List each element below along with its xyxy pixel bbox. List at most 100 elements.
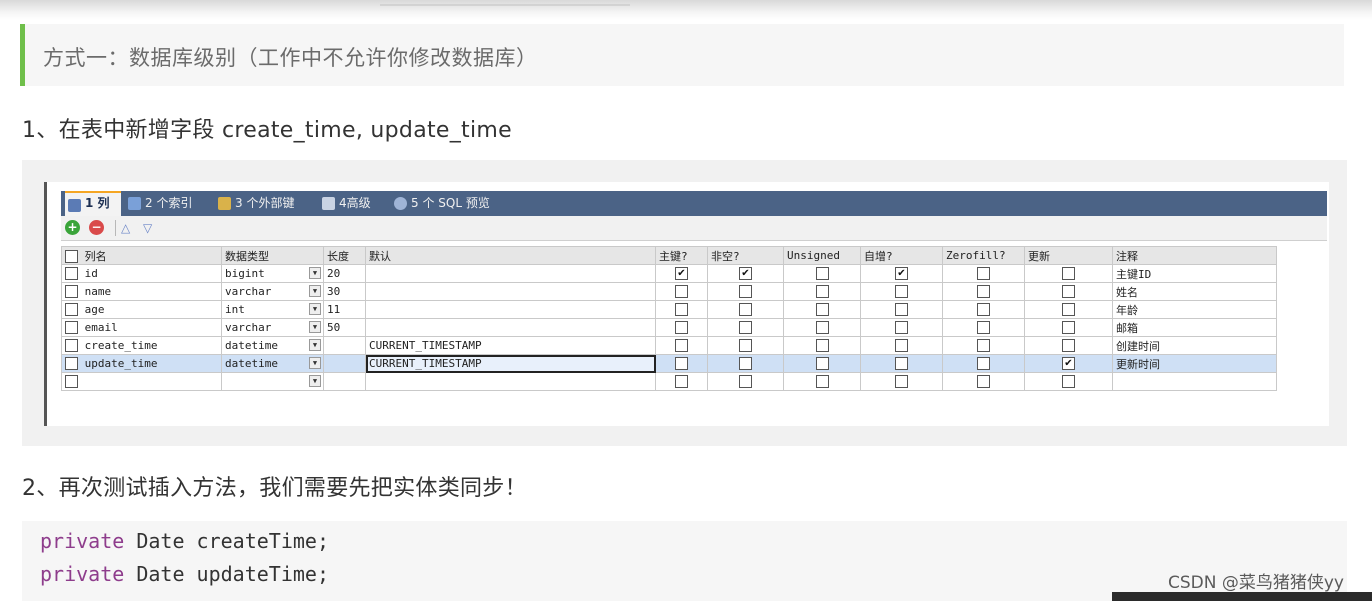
row-select-checkbox[interactable]: [65, 339, 78, 353]
primary-key-checkbox[interactable]: [675, 321, 688, 335]
auto-increment-checkbox[interactable]: ✔: [895, 267, 908, 281]
tab-sql-preview[interactable]: 5 个 SQL 预览: [391, 191, 511, 216]
default-cell[interactable]: [365, 372, 656, 391]
tab-advanced[interactable]: 4高级: [319, 191, 385, 216]
update-checkbox[interactable]: ✔: [1062, 357, 1075, 371]
unsigned-checkbox[interactable]: [815, 375, 829, 389]
length-cell[interactable]: [323, 354, 366, 373]
zerofill-checkbox[interactable]: [977, 339, 990, 353]
select-all-checkbox[interactable]: [65, 250, 78, 263]
length-cell[interactable]: 50: [323, 318, 366, 337]
length-cell[interactable]: 11: [323, 300, 366, 319]
data-type-select[interactable]: varchar ▼: [221, 318, 324, 337]
data-type-select[interactable]: datetime ▼: [221, 336, 324, 355]
column-name-cell[interactable]: id: [61, 264, 222, 283]
comment-cell[interactable]: 邮箱: [1112, 318, 1277, 337]
update-checkbox[interactable]: [1062, 339, 1075, 353]
zerofill-checkbox[interactable]: [977, 285, 990, 299]
auto-increment-checkbox[interactable]: [895, 375, 908, 389]
unsigned-checkbox[interactable]: [815, 321, 829, 335]
primary-key-checkbox[interactable]: [675, 285, 688, 299]
unsigned-checkbox[interactable]: [815, 285, 829, 299]
header-not-null[interactable]: 非空?: [707, 246, 784, 265]
not-null-checkbox[interactable]: [739, 375, 752, 389]
row-select-checkbox[interactable]: [65, 267, 78, 281]
unsigned-checkbox[interactable]: [815, 339, 829, 353]
tab-foreign-keys[interactable]: 3 个外部键: [215, 191, 315, 216]
length-cell[interactable]: [323, 336, 366, 355]
dropdown-arrow-icon[interactable]: ▼: [309, 303, 321, 315]
update-checkbox[interactable]: [1062, 267, 1075, 281]
primary-key-checkbox[interactable]: [675, 339, 688, 353]
move-down-icon[interactable]: ▽: [143, 222, 152, 234]
zerofill-checkbox[interactable]: [977, 321, 990, 335]
update-checkbox[interactable]: [1062, 303, 1075, 317]
header-default[interactable]: 默认: [365, 246, 656, 265]
comment-cell[interactable]: 更新时间: [1112, 354, 1277, 373]
header-auto-increment[interactable]: 自增?: [860, 246, 943, 265]
primary-key-checkbox[interactable]: [675, 375, 688, 389]
auto-increment-checkbox[interactable]: [895, 285, 908, 299]
zerofill-checkbox[interactable]: [977, 375, 990, 389]
length-cell[interactable]: 20: [323, 264, 366, 283]
table-row[interactable]: age int ▼ 11 年龄: [61, 300, 1277, 319]
update-checkbox[interactable]: [1062, 321, 1075, 335]
column-name-cell[interactable]: age: [61, 300, 222, 319]
default-cell[interactable]: [365, 300, 656, 319]
data-type-select[interactable]: ▼: [221, 372, 324, 391]
unsigned-checkbox[interactable]: [815, 267, 829, 281]
header-update[interactable]: 更新: [1024, 246, 1113, 265]
data-type-select[interactable]: datetime ▼: [221, 354, 324, 373]
zerofill-checkbox[interactable]: [977, 267, 990, 281]
column-name-cell[interactable]: email: [61, 318, 222, 337]
not-null-checkbox[interactable]: ✔: [739, 267, 752, 281]
comment-cell[interactable]: 创建时间: [1112, 336, 1277, 355]
dropdown-arrow-icon[interactable]: ▼: [309, 285, 321, 297]
data-type-select[interactable]: varchar ▼: [221, 282, 324, 301]
default-cell[interactable]: [365, 282, 656, 301]
not-null-checkbox[interactable]: [739, 303, 752, 317]
not-null-checkbox[interactable]: [739, 339, 752, 353]
add-row-icon[interactable]: +: [65, 220, 80, 235]
column-name-cell[interactable]: [61, 372, 222, 391]
tab-indexes[interactable]: 2 个索引: [125, 191, 211, 216]
header-column-name[interactable]: 列名: [61, 246, 222, 265]
table-row[interactable]: create_time datetime ▼ CURRENT_TIMESTAMP 创建时…: [61, 336, 1277, 355]
auto-increment-checkbox[interactable]: [895, 339, 908, 353]
row-select-checkbox[interactable]: [65, 375, 78, 389]
dropdown-arrow-icon[interactable]: ▼: [309, 339, 321, 351]
auto-increment-checkbox[interactable]: [895, 357, 908, 371]
comment-cell[interactable]: [1112, 372, 1277, 391]
dropdown-arrow-icon[interactable]: ▼: [309, 375, 321, 387]
primary-key-checkbox[interactable]: ✔: [675, 267, 688, 281]
unsigned-checkbox[interactable]: [815, 303, 829, 317]
header-unsigned[interactable]: Unsigned: [783, 246, 861, 265]
row-select-checkbox[interactable]: [65, 303, 78, 317]
primary-key-checkbox[interactable]: [675, 357, 688, 371]
header-comment[interactable]: 注释: [1112, 246, 1277, 265]
row-select-checkbox[interactable]: [65, 285, 78, 299]
data-type-select[interactable]: bigint ▼: [221, 264, 324, 283]
table-row[interactable]: name varchar ▼ 30 姓名: [61, 282, 1277, 301]
tab-columns[interactable]: 1 列: [65, 191, 121, 216]
row-select-checkbox[interactable]: [65, 321, 78, 335]
primary-key-checkbox[interactable]: [675, 303, 688, 317]
default-cell[interactable]: CURRENT_TIMESTAMP: [365, 354, 656, 373]
table-row[interactable]: email varchar ▼ 50 邮箱: [61, 318, 1277, 337]
not-null-checkbox[interactable]: [739, 357, 752, 371]
length-cell[interactable]: [323, 372, 366, 391]
header-primary-key[interactable]: 主键?: [655, 246, 708, 265]
header-length[interactable]: 长度: [323, 246, 366, 265]
default-cell[interactable]: [365, 318, 656, 337]
remove-row-icon[interactable]: −: [89, 220, 104, 235]
default-cell[interactable]: [365, 264, 656, 283]
update-checkbox[interactable]: [1062, 285, 1075, 299]
default-cell[interactable]: CURRENT_TIMESTAMP: [365, 336, 656, 355]
comment-cell[interactable]: 主键ID: [1112, 264, 1277, 283]
comment-cell[interactable]: 年龄: [1112, 300, 1277, 319]
dropdown-arrow-icon[interactable]: ▼: [309, 267, 321, 279]
dropdown-arrow-icon[interactable]: ▼: [309, 321, 321, 333]
table-row[interactable]: id bigint ▼ 20 ✔ ✔ ✔ 主键ID: [61, 264, 1277, 283]
not-null-checkbox[interactable]: [739, 285, 752, 299]
zerofill-checkbox[interactable]: [977, 303, 990, 317]
